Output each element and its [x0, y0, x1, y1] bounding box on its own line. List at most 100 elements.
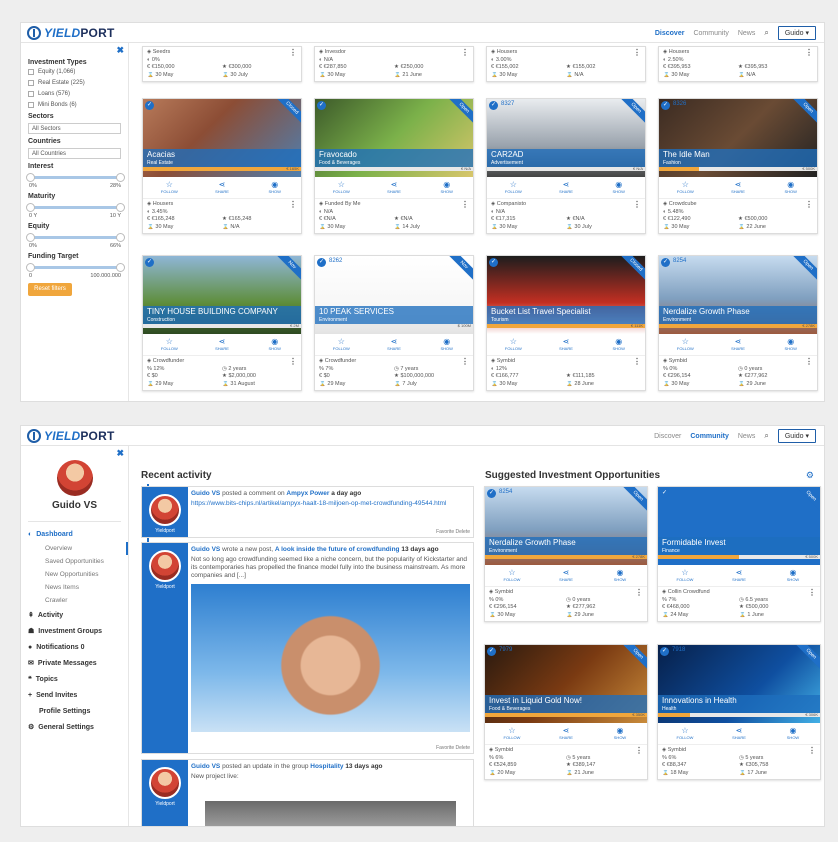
- opportunity-card[interactable]: ✓ Closed Acacias Real Estate € 165K ☆ FOLLOW ⋖ S…: [142, 98, 302, 234]
- follow-button[interactable]: ☆ FOLLOW: [485, 726, 539, 741]
- card-image[interactable]: ✓ 7979 Open Invest in Liquid Gold Now! Food …: [485, 645, 647, 723]
- opportunity-card[interactable]: ✓ 8327 Open CAR2AD Advertisement € N/A ☆ FOLLOW…: [486, 98, 646, 234]
- follow-button[interactable]: ☆ FOLLOW: [658, 726, 712, 741]
- equity-slider[interactable]: [26, 233, 125, 242]
- card-image[interactable]: ✓ Closed Bucket List Travel Specialist Tour…: [487, 256, 645, 334]
- share-button[interactable]: ⋖ SHARE: [712, 180, 765, 195]
- menu-overview[interactable]: Overview: [21, 542, 128, 555]
- card-image[interactable]: ✓ 8326 Open The Idle Man Fashion € 500K: [659, 99, 817, 177]
- more-options-icon[interactable]: ⋮: [633, 358, 641, 366]
- post-target-link[interactable]: A look inside the future of crowdfunding: [275, 546, 400, 553]
- card-image[interactable]: ✓ Open Formidable Invest Finance € 500K: [658, 487, 820, 565]
- reset-filters-button[interactable]: Reset filters: [28, 283, 72, 296]
- share-button[interactable]: ⋖ SHARE: [368, 337, 421, 352]
- share-button[interactable]: ⋖ SHARE: [196, 337, 249, 352]
- filter-type-loans[interactable]: Loans (576): [28, 91, 128, 97]
- opportunity-card[interactable]: ✓ 8326 Open The Idle Man Fashion € 500K ☆ FOLLO…: [658, 98, 818, 234]
- post-target-link[interactable]: Ampyx Power: [286, 490, 329, 497]
- follow-button[interactable]: ☆ FOLLOW: [315, 180, 368, 195]
- opportunity-card[interactable]: ✓ 8254 Open Nerdalize Growth Phase Environme…: [658, 255, 818, 391]
- close-icon[interactable]: ✖: [116, 448, 124, 459]
- user-menu-button[interactable]: Guido ▾: [777, 26, 816, 40]
- interest-slider[interactable]: [26, 173, 125, 182]
- follow-button[interactable]: ☆ FOLLOW: [659, 180, 712, 195]
- post-actions[interactable]: Favorite Delete: [436, 745, 470, 751]
- nav-news[interactable]: News: [738, 433, 756, 440]
- more-options-icon[interactable]: ⋮: [635, 747, 643, 755]
- opportunity-card-partial[interactable]: ⋮ ◈ Invesdor ◐ N/A € €287,850 ★ €250,000 ⌛ 30…: [314, 46, 474, 82]
- opportunity-card[interactable]: ✓ Open Formidable Invest Finance € 500K ☆ FOLL…: [657, 486, 821, 622]
- share-button[interactable]: ⋖ SHARE: [712, 337, 765, 352]
- menu-notifications[interactable]: ● Notifications 0: [21, 639, 128, 655]
- show-button[interactable]: ◉ SHOW: [248, 337, 301, 352]
- post-author[interactable]: Guido VS: [191, 546, 220, 553]
- post-avatar[interactable]: Yieldport: [142, 543, 188, 753]
- follow-button[interactable]: ☆ FOLLOW: [143, 337, 196, 352]
- checkbox[interactable]: [28, 80, 34, 86]
- menu-send-invites[interactable]: + Send Invites: [21, 687, 128, 703]
- more-options-icon[interactable]: ⋮: [635, 589, 643, 597]
- show-button[interactable]: ◉ SHOW: [766, 568, 820, 583]
- card-image[interactable]: ✓ 8254 Open Nerdalize Growth Phase Environme…: [659, 256, 817, 334]
- yieldport-logo[interactable]: YIELDPORT: [27, 429, 114, 443]
- filter-type-mini-bonds[interactable]: Mini Bonds (6): [28, 102, 128, 108]
- share-button[interactable]: ⋖ SHARE: [539, 726, 593, 741]
- post-avatar[interactable]: Yieldport: [142, 760, 188, 826]
- follow-button[interactable]: ☆ FOLLOW: [487, 337, 540, 352]
- show-button[interactable]: ◉ SHOW: [420, 180, 473, 195]
- card-image[interactable]: ✓ Closed Acacias Real Estate € 165K: [143, 99, 301, 177]
- nav-discover[interactable]: Discover: [655, 30, 685, 37]
- post-author[interactable]: Guido VS: [191, 490, 220, 497]
- close-icon[interactable]: ✖: [116, 45, 124, 56]
- post-image[interactable]: [191, 584, 470, 732]
- nav-discover[interactable]: Discover: [654, 433, 681, 440]
- menu-crawler[interactable]: Crawler: [21, 594, 128, 607]
- checkbox[interactable]: [28, 69, 34, 75]
- more-options-icon[interactable]: ⋮: [289, 49, 297, 57]
- menu-private-messages[interactable]: ✉ Private Messages: [21, 655, 128, 671]
- yieldport-logo[interactable]: YIELDPORT: [27, 26, 114, 40]
- sectors-select[interactable]: All Sectors: [28, 123, 121, 134]
- show-button[interactable]: ◉ SHOW: [764, 337, 817, 352]
- share-button[interactable]: ⋖ SHARE: [712, 726, 766, 741]
- opportunity-card[interactable]: ✓ 7979 Open Invest in Liquid Gold Now! Food …: [484, 644, 648, 780]
- card-image[interactable]: ✓ Nov TINY HOUSE BUILDING COMPANY Construct…: [143, 256, 301, 334]
- more-options-icon[interactable]: ⋮: [461, 201, 469, 209]
- show-button[interactable]: ◉ SHOW: [593, 568, 647, 583]
- menu-dashboard[interactable]: ◐ Dashboard: [21, 526, 128, 542]
- more-options-icon[interactable]: ⋮: [805, 358, 813, 366]
- funding-target-slider[interactable]: [26, 263, 125, 272]
- opportunity-card[interactable]: ✓ Open Fravocado Food & Beverages € N/A ☆ FOLL…: [314, 98, 474, 234]
- menu-profile-settings[interactable]: Profile Settings: [21, 703, 128, 719]
- opportunity-card[interactable]: ✓ Nov TINY HOUSE BUILDING COMPANY Construct…: [142, 255, 302, 391]
- countries-select[interactable]: All Countries: [28, 148, 121, 159]
- card-image[interactable]: ✓ 8327 Open CAR2AD Advertisement € N/A: [487, 99, 645, 177]
- follow-button[interactable]: ☆ FOLLOW: [315, 337, 368, 352]
- opportunity-card[interactable]: ✓ 8262 Nov 10 PEAK SERVICES Environment $ 100…: [314, 255, 474, 391]
- opportunity-card[interactable]: ✓ Closed Bucket List Travel Specialist Tour…: [486, 255, 646, 391]
- show-button[interactable]: ◉ SHOW: [420, 337, 473, 352]
- menu-news-items[interactable]: News Items: [21, 581, 128, 594]
- share-button[interactable]: ⋖ SHARE: [196, 180, 249, 195]
- share-button[interactable]: ⋖ SHARE: [539, 568, 593, 583]
- more-options-icon[interactable]: ⋮: [289, 201, 297, 209]
- checkbox[interactable]: [28, 91, 34, 97]
- more-options-icon[interactable]: ⋮: [461, 358, 469, 366]
- opportunity-card[interactable]: ✓ 8254 Open Nerdalize Growth Phase Environme…: [484, 486, 648, 622]
- show-button[interactable]: ◉ SHOW: [592, 337, 645, 352]
- menu-new-opportunities[interactable]: New Opportunities: [21, 568, 128, 581]
- more-options-icon[interactable]: ⋮: [808, 589, 816, 597]
- card-image[interactable]: ✓ 7918 Open Innovations in Health Health € 30…: [658, 645, 820, 723]
- nav-news[interactable]: News: [738, 30, 756, 37]
- post-author[interactable]: Guido VS: [191, 763, 220, 770]
- filter-type-equity[interactable]: Equity (1,066): [28, 69, 128, 75]
- follow-button[interactable]: ☆ FOLLOW: [485, 568, 539, 583]
- share-button[interactable]: ⋖ SHARE: [540, 180, 593, 195]
- post-avatar[interactable]: Yieldport: [142, 487, 188, 537]
- post-text[interactable]: https://www.bits-chips.nl/artikel/ampyx-…: [191, 500, 470, 508]
- more-options-icon[interactable]: ⋮: [805, 201, 813, 209]
- menu-topics[interactable]: ❝ Topics: [21, 671, 128, 687]
- follow-button[interactable]: ☆ FOLLOW: [487, 180, 540, 195]
- share-button[interactable]: ⋖ SHARE: [540, 337, 593, 352]
- menu-saved-opportunities[interactable]: Saved Opportunities: [21, 555, 128, 568]
